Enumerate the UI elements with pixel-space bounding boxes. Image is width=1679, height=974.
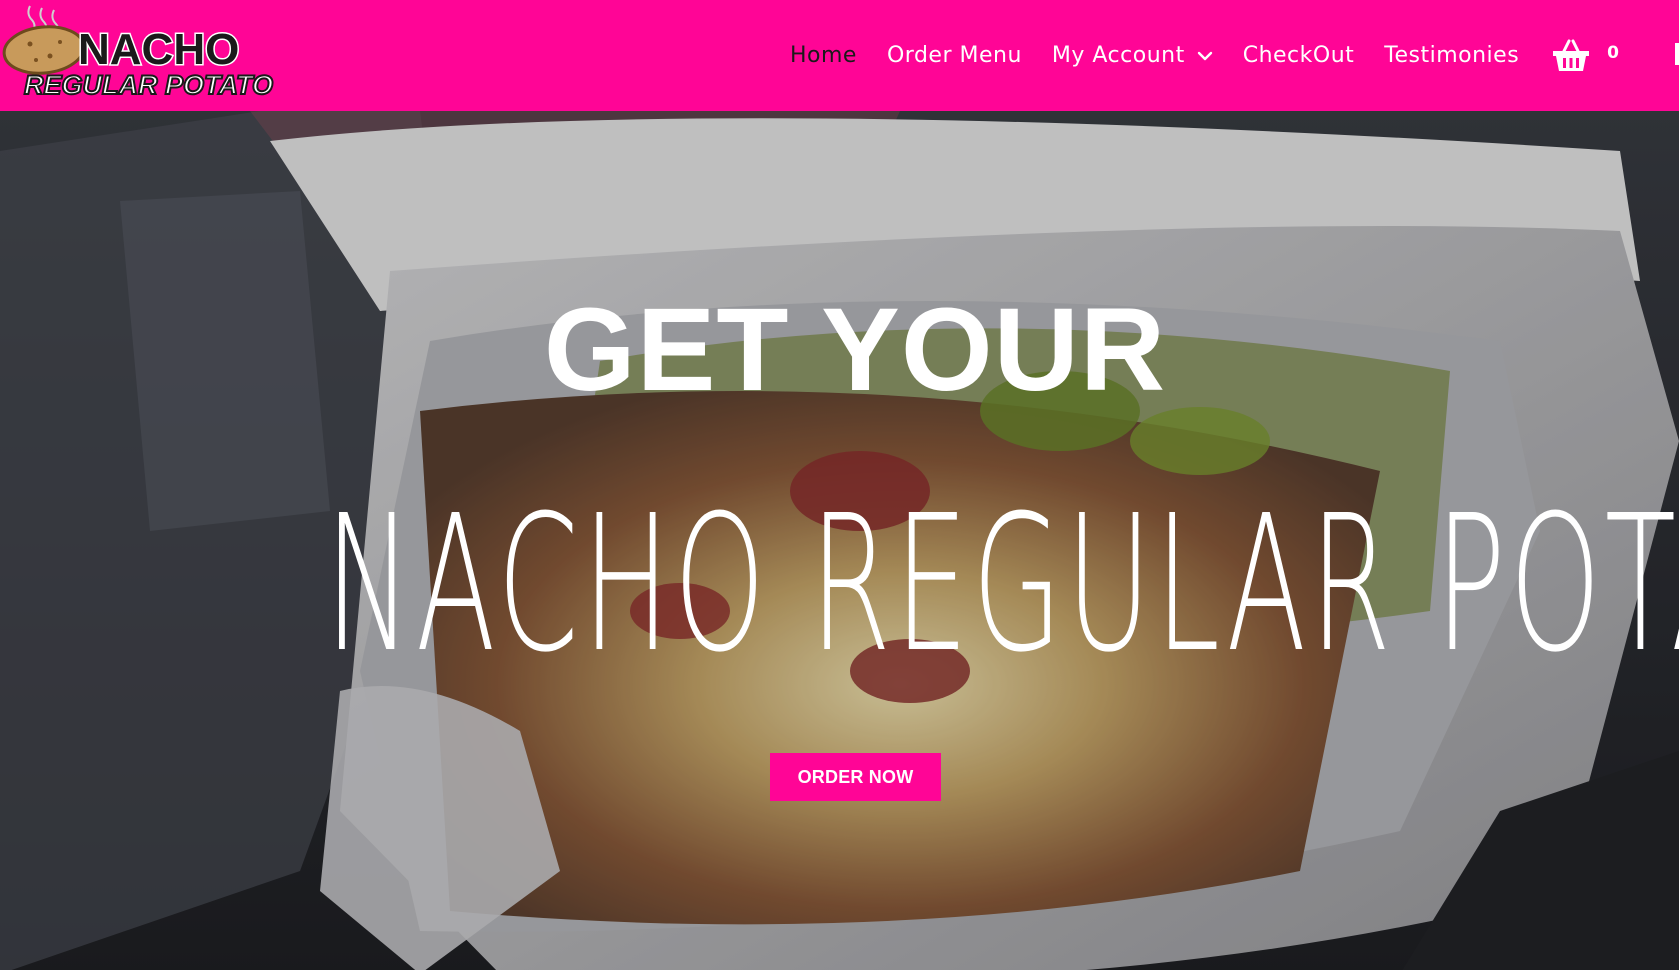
shopping-basket-icon xyxy=(1553,39,1590,71)
logo-wordmark-top: NACHO xyxy=(78,25,239,74)
order-now-button[interactable]: ORDER NOW xyxy=(770,753,941,801)
nav-home[interactable]: Home xyxy=(790,43,857,68)
nav-testimonies[interactable]: Testimonies xyxy=(1384,43,1519,68)
site-header: NACHO REGULAR POTATO Home Order Menu My … xyxy=(0,0,1679,111)
cart-button[interactable]: 0 xyxy=(1551,39,1619,73)
logo-wordmark-bottom: REGULAR POTATO xyxy=(24,70,273,100)
chevron-down-icon xyxy=(1197,51,1212,60)
cart-count-badge: 0 xyxy=(1607,42,1620,63)
hero-brand-text: NACHO REGULAR POTATO xyxy=(324,475,1679,694)
nav-home-label: Home xyxy=(790,43,857,68)
nav-order-menu[interactable]: Order Menu xyxy=(887,43,1022,68)
site-logo[interactable]: NACHO REGULAR POTATO xyxy=(2,4,290,102)
nav-checkout-label: CheckOut xyxy=(1242,43,1355,68)
nav-my-account-label: My Account xyxy=(1051,43,1185,68)
hero-banner: GET YOUR NACHO REGULAR POTATO ORDER NOW xyxy=(0,111,1679,974)
hero-headline: GET YOUR xyxy=(543,284,1167,416)
offscreen-menu-edge xyxy=(1675,43,1679,65)
nav-my-account[interactable]: My Account xyxy=(1052,43,1213,68)
nav-testimonies-label: Testimonies xyxy=(1384,43,1520,68)
main-nav: Home Order Menu My Account CheckOut Test… xyxy=(790,0,1619,111)
bottom-divider xyxy=(0,970,1679,974)
nav-order-menu-label: Order Menu xyxy=(886,43,1022,68)
nav-checkout[interactable]: CheckOut xyxy=(1243,43,1355,68)
